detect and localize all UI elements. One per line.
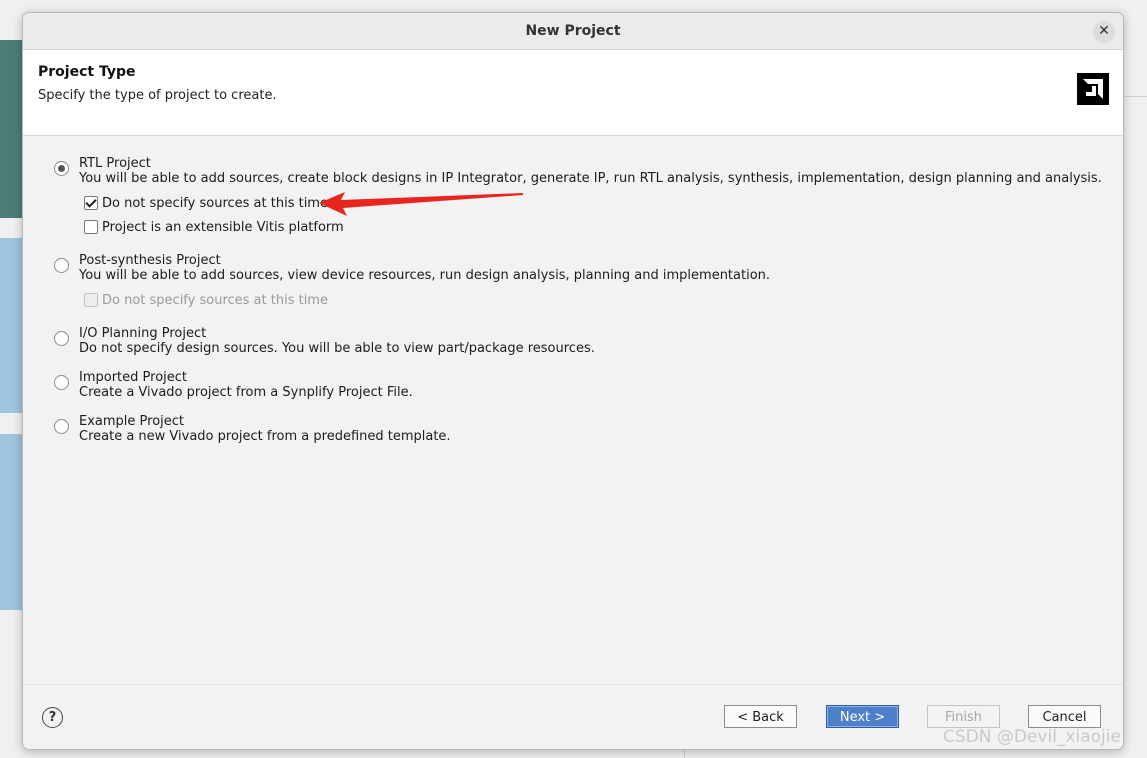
watermark-text: CSDN @Devil_xiaojie	[943, 727, 1121, 747]
radio-io-planning-project[interactable]	[54, 331, 69, 346]
background-app-strip	[0, 434, 22, 610]
cancel-button[interactable]: Cancel	[1028, 705, 1101, 728]
option-desc-post-synthesis: You will be able to add sources, view de…	[79, 268, 771, 283]
checkbox-do-not-specify-sources-disabled	[84, 293, 98, 307]
option-desc-io-planning: Do not specify design sources. You will …	[79, 341, 595, 356]
checkbox-extensible-vitis-platform[interactable]	[84, 220, 98, 234]
page-subtitle: Specify the type of project to create.	[38, 88, 277, 103]
option-title-post-synthesis: Post-synthesis Project	[79, 253, 221, 268]
checkbox-label-extensible-vitis-platform[interactable]: Project is an extensible Vitis platform	[102, 220, 344, 235]
annotation-arrow-icon	[319, 192, 523, 216]
option-desc-imported: Create a Vivado project from a Synplify …	[79, 385, 413, 400]
new-project-dialog: New Project ✕ Project Type Specify the t…	[22, 12, 1124, 750]
option-title-imported: Imported Project	[79, 370, 188, 385]
background-app-strip	[0, 40, 22, 218]
project-type-options: RTL Project You will be able to add sour…	[23, 136, 1123, 684]
page-title: Project Type	[38, 64, 136, 80]
option-desc-example: Create a new Vivado project from a prede…	[79, 429, 451, 444]
option-title-example: Example Project	[79, 414, 185, 429]
wizard-header: Project Type Specify the type of project…	[23, 50, 1123, 136]
background-divider	[1122, 96, 1147, 97]
close-icon[interactable]: ✕	[1093, 21, 1115, 43]
checkbox-do-not-specify-sources[interactable]	[84, 196, 98, 210]
dialog-titlebar: New Project	[23, 13, 1123, 50]
radio-post-synthesis-project[interactable]	[54, 258, 69, 273]
option-title-io-planning: I/O Planning Project	[79, 326, 207, 341]
back-button[interactable]: < Back	[724, 705, 797, 728]
option-title-rtl: RTL Project	[79, 156, 151, 171]
amd-logo	[1077, 73, 1109, 105]
background-app-strip	[0, 238, 22, 413]
option-desc-rtl: You will be able to add sources, create …	[79, 171, 1102, 186]
help-icon[interactable]: ?	[42, 707, 63, 728]
checkbox-label-disabled: Do not specify sources at this time	[102, 293, 328, 308]
radio-rtl-project[interactable]	[54, 161, 69, 176]
radio-example-project[interactable]	[54, 419, 69, 434]
checkbox-label-do-not-specify-sources[interactable]: Do not specify sources at this time	[102, 196, 328, 211]
next-button[interactable]: Next >	[826, 705, 899, 728]
dialog-title: New Project	[525, 23, 621, 39]
radio-imported-project[interactable]	[54, 375, 69, 390]
finish-button: Finish	[927, 705, 1000, 728]
